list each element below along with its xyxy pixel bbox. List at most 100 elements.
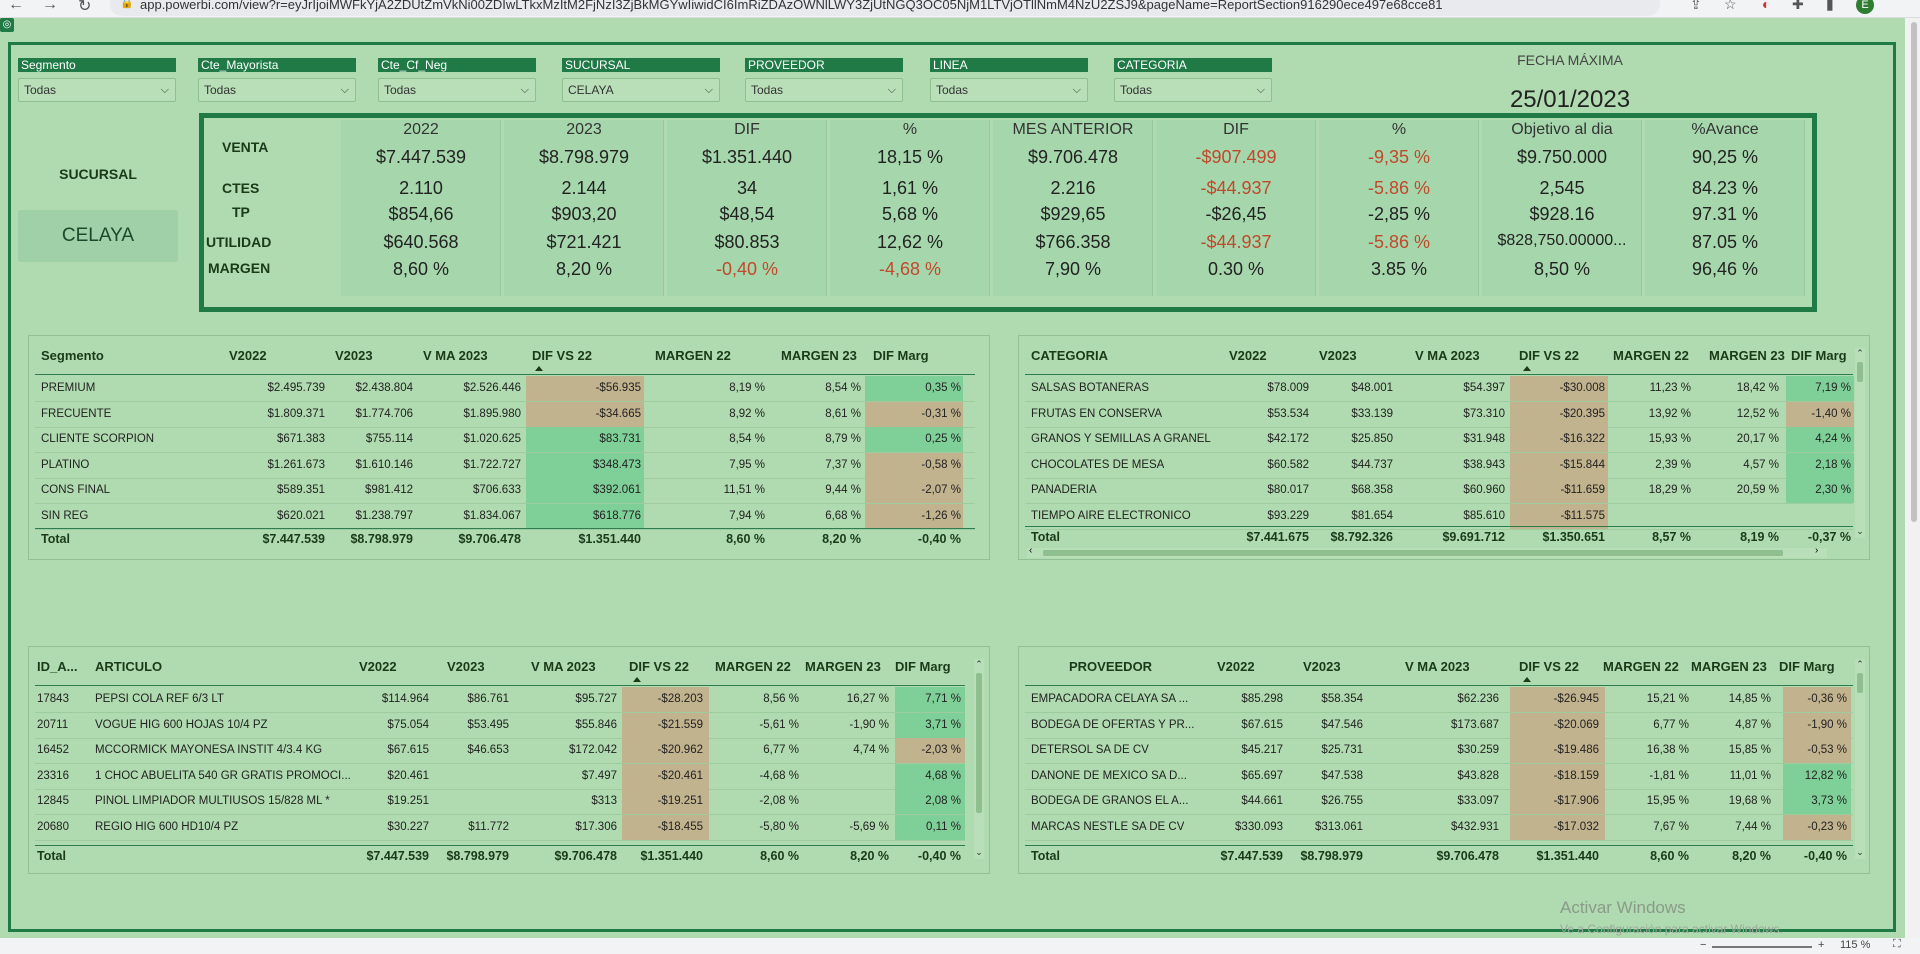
table-row[interactable]: SIN REG $620.021 $1.238.797 $1.834.067 $618.… — [29, 504, 969, 529]
scrollbar-thumb[interactable] — [1857, 673, 1863, 693]
column-header[interactable]: DIF Marg — [895, 659, 965, 674]
column-header[interactable]: DIF VS 22 — [1519, 659, 1599, 674]
table-row[interactable]: GRANOS Y SEMILLAS A GRANEL $42.172 $25.850… — [1019, 427, 1851, 452]
scroll-down-icon[interactable]: ⌄ — [974, 847, 984, 858]
column-header[interactable]: MARGEN 23 — [1709, 348, 1799, 363]
table-row[interactable]: BODEGA DE GRANOS EL A... $44.661 $26.755 $3… — [1019, 789, 1847, 814]
slicer-proveedor[interactable]: PROVEEDOR Todas ⌵ — [745, 58, 903, 102]
slicer-dropdown[interactable]: Todas ⌵ — [18, 78, 176, 102]
sort-ascending-icon[interactable] — [535, 366, 543, 371]
table-row[interactable]: PLATINO $1.261.673 $1.610.146 $1.722.727 $34… — [29, 453, 969, 478]
column-header[interactable]: MARGEN 23 — [805, 659, 895, 674]
table-row[interactable]: PANADERIA $80.017 $68.358 $60.960 -$11.659 18… — [1019, 478, 1851, 503]
column-header[interactable]: MARGEN 23 — [781, 348, 871, 363]
column-header[interactable]: V2023 — [447, 659, 507, 674]
slicer-segmento[interactable]: Segmento Todas ⌵ — [18, 58, 176, 102]
address-bar[interactable]: 🔒 app.powerbi.com/view?r=eyJrIjoiMWFkYjA2… — [110, 0, 1660, 16]
scrollbar-thumb[interactable] — [1043, 550, 1783, 556]
sort-ascending-icon[interactable] — [1523, 677, 1531, 682]
column-header[interactable]: MARGEN 22 — [655, 348, 745, 363]
column-header[interactable]: V MA 2023 — [1405, 659, 1495, 674]
scroll-up-icon[interactable]: ⌃ — [1855, 659, 1865, 670]
column-header[interactable]: MARGEN 22 — [1603, 659, 1693, 674]
column-header[interactable]: MARGEN 23 — [1691, 659, 1781, 674]
column-header[interactable]: V MA 2023 — [1415, 348, 1505, 363]
column-header[interactable]: DIF Marg — [1791, 348, 1861, 363]
table-row[interactable]: 16452 MCCORMICK MAYONESA INSTIT 4/3.4 KG $… — [29, 738, 961, 763]
table-row[interactable]: 20680 REGIO HIG 600 HD10/4 PZ $30.227 $11.7… — [29, 815, 961, 840]
zoom-slider[interactable] — [1712, 946, 1812, 948]
table-row[interactable]: 20711 VOGUE HIG 600 HOJAS 10/4 PZ $75.054 $… — [29, 713, 961, 738]
table-row[interactable]: CHOCOLATES DE MESA $60.582 $44.737 $38.943 -… — [1019, 453, 1851, 478]
table-row[interactable]: 17843 PEPSI COLA REF 6/3 LT $114.964 $86.76… — [29, 687, 961, 712]
scroll-up-icon[interactable]: ⌃ — [1855, 348, 1865, 359]
column-header[interactable]: Segmento — [41, 348, 104, 363]
column-header[interactable]: DIF VS 22 — [629, 659, 709, 674]
column-header[interactable]: MARGEN 22 — [1613, 348, 1703, 363]
zoom-in-icon[interactable]: + — [1818, 939, 1824, 951]
scroll-down-icon[interactable]: ⌄ — [1855, 526, 1865, 537]
column-header[interactable]: CATEGORIA — [1031, 348, 1108, 363]
slicer-linea[interactable]: LINEA Todas ⌵ — [930, 58, 1088, 102]
slicer-sucursal[interactable]: SUCURSAL CELAYA ⌵ — [562, 58, 720, 102]
horizontal-scrollbar[interactable]: ‹ › — [1027, 545, 1827, 558]
share-icon[interactable]: ⇪ — [1690, 0, 1702, 13]
slicer-categoria[interactable]: CATEGORIA Todas ⌵ — [1114, 58, 1272, 102]
slicer-dropdown[interactable]: Todas ⌵ — [1114, 78, 1272, 102]
column-header[interactable]: V2022 — [229, 348, 289, 363]
slicer-cte-mayorista[interactable]: Cte_Mayorista Todas ⌵ — [198, 58, 356, 102]
column-header[interactable]: DIF VS 22 — [1519, 348, 1599, 363]
table-row[interactable]: FRECUENTE $1.809.371 $1.774.706 $1.895.980 -… — [29, 402, 969, 427]
sort-ascending-icon[interactable] — [633, 677, 641, 682]
scroll-down-icon[interactable]: ⌄ — [1855, 847, 1865, 858]
scroll-up-icon[interactable]: ⌃ — [974, 659, 984, 670]
vertical-scrollbar[interactable]: ⌃ ⌄ — [974, 659, 984, 859]
column-header[interactable]: ARTICULO — [95, 659, 162, 674]
scrollbar-thumb[interactable] — [1857, 362, 1863, 382]
column-header[interactable]: V2023 — [1303, 659, 1363, 674]
avatar[interactable]: E — [1856, 0, 1874, 14]
column-header[interactable]: V2022 — [1229, 348, 1289, 363]
column-header[interactable]: V MA 2023 — [423, 348, 513, 363]
forward-icon[interactable]: → — [42, 0, 58, 14]
table-row[interactable]: EMPACADORA CELAYA SA ... $85.298 $58.354 $6… — [1019, 687, 1847, 712]
column-header[interactable]: DIF Marg — [1779, 659, 1849, 674]
star-icon[interactable]: ☆ — [1724, 0, 1737, 13]
column-header[interactable]: V2022 — [359, 659, 419, 674]
column-header[interactable]: ID_A... — [37, 659, 77, 674]
slicer-cte-cf-neg[interactable]: Cte_Cf_Neg Todas ⌵ — [378, 58, 536, 102]
back-icon[interactable]: ← — [8, 0, 24, 14]
zoom-out-icon[interactable]: − — [1700, 939, 1706, 951]
vertical-scrollbar[interactable]: ⌃ ⌄ — [1855, 659, 1865, 859]
sort-ascending-icon[interactable] — [1523, 366, 1531, 371]
fit-page-icon[interactable]: ⛶ — [1893, 938, 1901, 951]
scroll-left-icon[interactable]: ‹ — [1029, 545, 1032, 556]
page-scrollbar[interactable] — [1908, 18, 1920, 938]
table-row[interactable]: MARCAS NESTLE SA DE CV $330.093 $313.061 $4… — [1019, 815, 1847, 840]
scrollbar-thumb[interactable] — [1911, 22, 1917, 522]
slicer-dropdown[interactable]: Todas ⌵ — [378, 78, 536, 102]
table-row[interactable]: CONS FINAL $589.351 $981.412 $706.633 $392.0… — [29, 478, 969, 503]
column-header[interactable]: V2022 — [1217, 659, 1277, 674]
slicer-dropdown[interactable]: Todas ⌵ — [745, 78, 903, 102]
slicer-dropdown[interactable]: Todas ⌵ — [930, 78, 1088, 102]
table-row[interactable]: TIEMPO AIRE ELECTRONICO $93.229 $81.654 $85… — [1019, 504, 1847, 529]
column-header[interactable]: DIF Marg — [873, 348, 943, 363]
sidepanel-icon[interactable]: ▮ — [1826, 0, 1834, 13]
table-row[interactable]: DETERSOL SA DE CV $45.217 $25.731 $30.259 -$… — [1019, 738, 1847, 763]
puzzle-icon[interactable]: ✚ — [1792, 0, 1804, 13]
scroll-right-icon[interactable]: › — [1815, 545, 1818, 556]
column-header[interactable]: PROVEEDOR — [1069, 659, 1152, 674]
scrollbar-thumb[interactable] — [976, 673, 982, 813]
vertical-scrollbar[interactable]: ⌃ ⌄ — [1855, 348, 1865, 538]
column-header[interactable]: V MA 2023 — [531, 659, 621, 674]
table-row[interactable]: BODEGA DE OFERTAS Y PR... $67.615 $47.546 $… — [1019, 713, 1847, 738]
table-row[interactable]: 23316 1 CHOC ABUELITA 540 GR GRATIS PROMO… — [29, 764, 961, 789]
table-row[interactable]: CLIENTE SCORPION $671.383 $755.114 $1.020.6… — [29, 427, 969, 452]
column-header[interactable]: V2023 — [335, 348, 395, 363]
table-row[interactable]: SALSAS BOTANERAS $78.009 $48.001 $54.397 -$3… — [1019, 376, 1851, 401]
table-row[interactable]: 12845 PINOL LIMPIADOR MULTIUSOS 15/828 ML… — [29, 789, 961, 814]
extension-icon[interactable]: ◐ — [1762, 0, 1770, 12]
column-header[interactable]: MARGEN 22 — [715, 659, 805, 674]
table-row[interactable]: FRUTAS EN CONSERVA $53.534 $33.139 $73.310 -… — [1019, 402, 1851, 427]
